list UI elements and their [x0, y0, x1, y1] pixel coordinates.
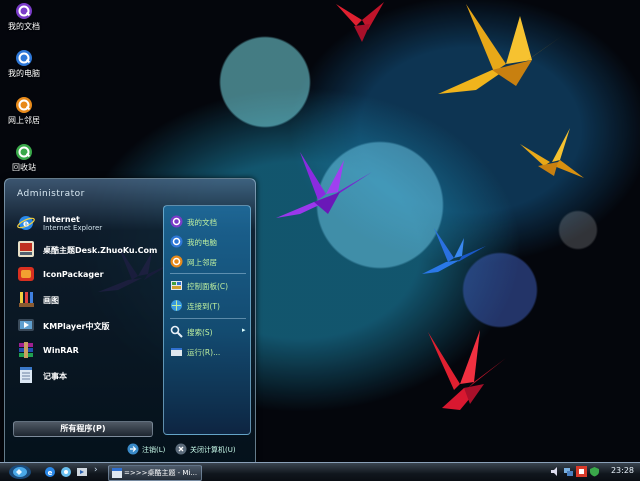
quicktime-style-q-icon	[16, 50, 32, 66]
quicktime-style-q-icon	[16, 144, 32, 160]
all-programs-button[interactable]: 所有程序(P)	[13, 421, 153, 437]
pinned-internet[interactable]: e Internet Internet Explorer	[15, 213, 165, 235]
pinned-iconpackager[interactable]: IconPackager	[15, 264, 165, 286]
kmplayer-icon	[18, 319, 34, 331]
desktop-icon-label: 网上邻居	[8, 116, 40, 125]
security-icon[interactable]	[589, 466, 600, 477]
shutdown-button[interactable]: 关闭计算机(U)	[175, 443, 253, 457]
places-divider	[170, 318, 246, 319]
purple-crane	[276, 152, 372, 218]
taskbar-clock[interactable]: 23:28	[611, 466, 634, 475]
show-desktop-icon[interactable]	[60, 466, 72, 478]
place-my-computer[interactable]: 我的电脑	[168, 234, 248, 250]
red-crane-top	[336, 2, 384, 42]
pinned-title: WinRAR	[43, 346, 79, 355]
media-icon[interactable]	[76, 466, 88, 478]
desktop-icon-my-computer[interactable]: 我的电脑	[4, 49, 44, 79]
search-icon	[170, 325, 183, 338]
connect-icon	[171, 300, 182, 311]
pinned-subtitle: Internet Explorer	[43, 224, 103, 232]
network-tray-icon[interactable]	[563, 466, 574, 477]
documents-icon	[170, 215, 183, 228]
pinned-notepad[interactable]: 记事本	[15, 365, 165, 387]
desktop-icon-my-documents[interactable]: 我的文档	[4, 2, 44, 32]
yellow-crane-large	[438, 4, 562, 94]
quicktime-style-q-icon	[16, 97, 32, 113]
winrar-icon	[19, 342, 33, 358]
place-connect-to[interactable]: 连接到(T)	[168, 298, 248, 314]
pinned-title: IconPackager	[43, 270, 104, 279]
pinned-paint[interactable]: 画图	[15, 289, 165, 311]
control-panel-icon	[171, 281, 182, 290]
place-control-panel[interactable]: 控制面板(C)	[168, 278, 248, 294]
yellow-crane-small	[520, 128, 584, 178]
place-search[interactable]: 搜索(S)	[168, 324, 248, 340]
place-label: 运行(R)...	[187, 348, 221, 357]
network-icon	[170, 255, 183, 268]
start-menu-username: Administrator	[17, 189, 85, 199]
notepad-icon	[20, 367, 32, 383]
input-method-icon[interactable]	[576, 466, 587, 477]
places-divider	[170, 273, 246, 274]
logoff-icon	[127, 443, 139, 455]
place-label: 我的电脑	[187, 238, 217, 247]
pinned-title: Internet	[43, 215, 80, 224]
internet-explorer-icon[interactable]: e	[44, 466, 56, 478]
taskbar-window-label: =>>>桌酷主题 - Mi...	[124, 469, 198, 477]
place-label: 连接到(T)	[187, 302, 220, 311]
iconpackager-icon	[18, 267, 34, 281]
pinned-programs: e Internet Internet Explorer 桌酷主题Desk.Zh…	[11, 207, 161, 429]
place-label: 我的文档	[187, 218, 217, 227]
place-label: 网上邻居	[187, 258, 217, 267]
place-network[interactable]: 网上邻居	[168, 254, 248, 270]
run-icon	[171, 348, 182, 356]
place-label: 搜索(S)	[187, 328, 213, 337]
pinned-kmplayer[interactable]: KMPlayer中文版	[15, 315, 165, 337]
red-crane-bottom	[428, 330, 506, 410]
start-menu-footer: 注销(L) 关闭计算机(U)	[125, 443, 255, 457]
logoff-button[interactable]: 注销(L)	[127, 443, 179, 457]
svg-text:e: e	[48, 469, 53, 477]
shutdown-icon	[175, 443, 187, 455]
places-panel: 我的文档 我的电脑 网上邻居 控制面板(C) 连接到(T) ▸ 搜索(S) 运行…	[163, 205, 251, 435]
paint-brush-icon	[19, 292, 34, 307]
computer-icon	[170, 235, 183, 248]
pinned-zhuoku-theme[interactable]: 桌酷主题Desk.ZhuoKu.Com	[15, 239, 165, 261]
blue-crane	[422, 228, 486, 274]
svg-text:e: e	[23, 220, 29, 230]
place-label: 控制面板(C)	[187, 282, 229, 291]
quicktime-style-q-icon	[16, 3, 32, 19]
volume-icon[interactable]	[550, 466, 561, 477]
theme-app-icon	[18, 241, 34, 257]
desktop-icon-recycle-bin[interactable]: 回收站	[4, 143, 44, 173]
quick-launch-chevron[interactable]: ›	[94, 465, 98, 475]
pinned-title: KMPlayer中文版	[43, 322, 110, 331]
desktop-icon-network[interactable]: 网上邻居	[4, 96, 44, 126]
internet-explorer-icon: e	[17, 216, 35, 230]
start-orb-icon[interactable]	[8, 464, 32, 480]
taskbar: e › =>>>桌酷主题 - Mi... 23:28	[0, 462, 640, 481]
taskbar-window-button[interactable]: =>>>桌酷主题 - Mi...	[108, 465, 202, 481]
pinned-title: 桌酷主题Desk.ZhuoKu.Com	[43, 246, 158, 255]
place-run[interactable]: 运行(R)...	[168, 344, 248, 360]
pinned-title: 记事本	[43, 372, 67, 381]
place-my-documents[interactable]: 我的文档	[168, 214, 248, 230]
desktop-icon-label: 我的电脑	[8, 69, 40, 78]
pinned-winrar[interactable]: WinRAR	[15, 340, 165, 362]
desktop-icon-label: 我的文档	[8, 22, 40, 31]
pinned-title: 画图	[43, 296, 59, 305]
start-menu: Administrator e Internet Internet Explor…	[4, 178, 256, 464]
logoff-label: 注销(L)	[142, 446, 166, 454]
shutdown-label: 关闭计算机(U)	[190, 446, 236, 454]
system-tray	[550, 466, 602, 478]
desktop-icon-label: 回收站	[12, 163, 36, 172]
browser-window-icon	[112, 468, 122, 478]
